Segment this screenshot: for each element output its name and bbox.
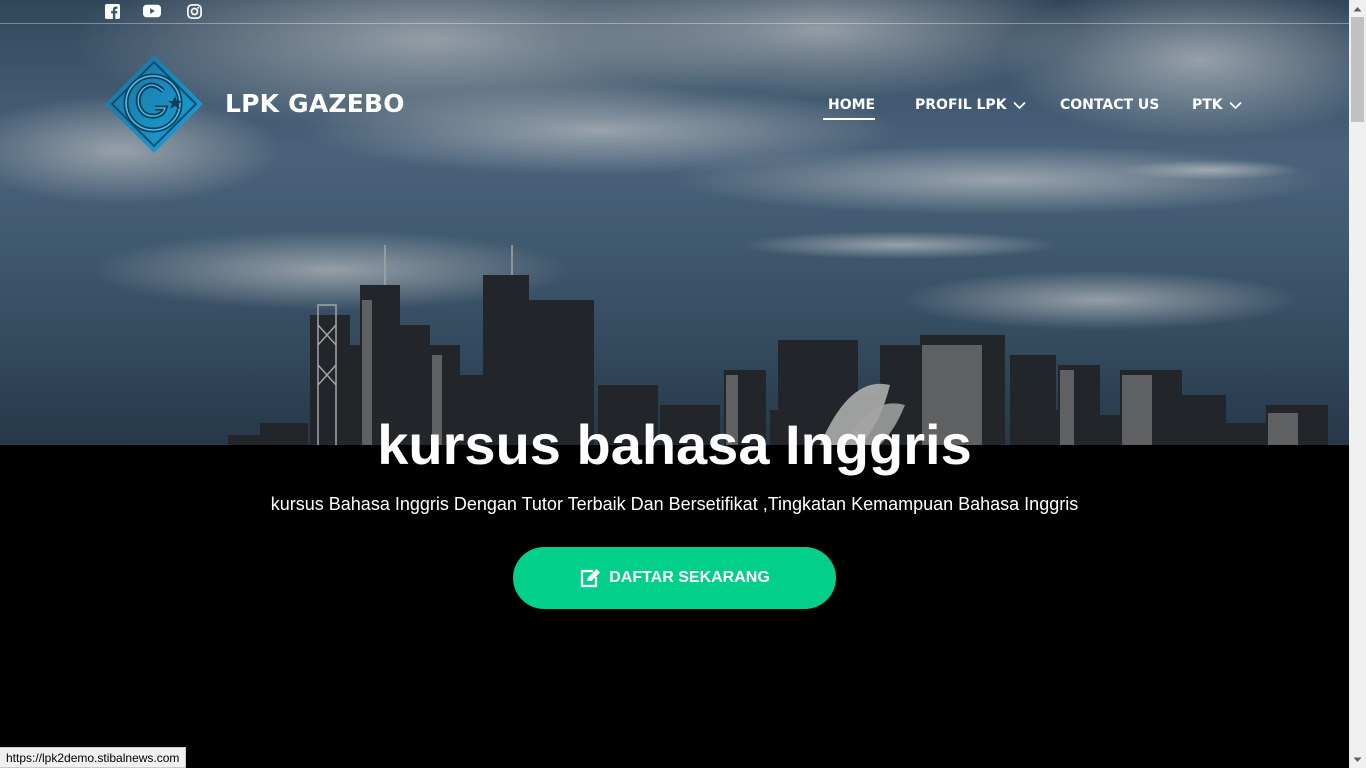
chevron-down-icon bbox=[1012, 101, 1026, 109]
brand-logo[interactable] bbox=[103, 53, 205, 155]
scrollbar-thumb[interactable] bbox=[1351, 17, 1364, 122]
scroll-up-arrow-icon[interactable] bbox=[1349, 0, 1366, 17]
scroll-down-arrow-icon[interactable] bbox=[1349, 751, 1366, 768]
nav-label: PROFIL LPK bbox=[915, 97, 1007, 113]
page: LPK GAZEBO HOME PROFIL LPK CONTACT US PT… bbox=[0, 0, 1366, 768]
nav-label: PTK bbox=[1192, 97, 1223, 113]
register-now-button[interactable]: DAFTAR SEKARANG bbox=[513, 547, 836, 609]
nav-label: CONTACT US bbox=[1060, 97, 1160, 113]
nav-label: HOME bbox=[828, 97, 876, 113]
hero-title: kursus bahasa Inggris bbox=[377, 413, 972, 476]
nav-item-home[interactable]: HOME bbox=[828, 95, 875, 115]
instagram-icon[interactable] bbox=[185, 2, 203, 20]
hero-subtitle: kursus Bahasa Inggris Dengan Tutor Terba… bbox=[270, 494, 1079, 514]
facebook-icon[interactable] bbox=[103, 2, 121, 20]
nav-active-indicator bbox=[823, 118, 875, 120]
edit-icon bbox=[581, 569, 601, 588]
nav-item-contact-us[interactable]: CONTACT US bbox=[1060, 95, 1159, 115]
brand-name[interactable]: LPK GAZEBO bbox=[225, 89, 405, 118]
chevron-down-icon bbox=[1229, 101, 1242, 109]
nav-item-profil-lpk[interactable]: PROFIL LPK bbox=[915, 95, 1026, 115]
status-bar-url: https://lpk2demo.stibalnews.com bbox=[0, 747, 187, 768]
nav-item-ptk[interactable]: PTK bbox=[1192, 95, 1242, 115]
register-now-label: DAFTAR SEKARANG bbox=[609, 569, 770, 586]
youtube-icon[interactable] bbox=[143, 2, 161, 20]
